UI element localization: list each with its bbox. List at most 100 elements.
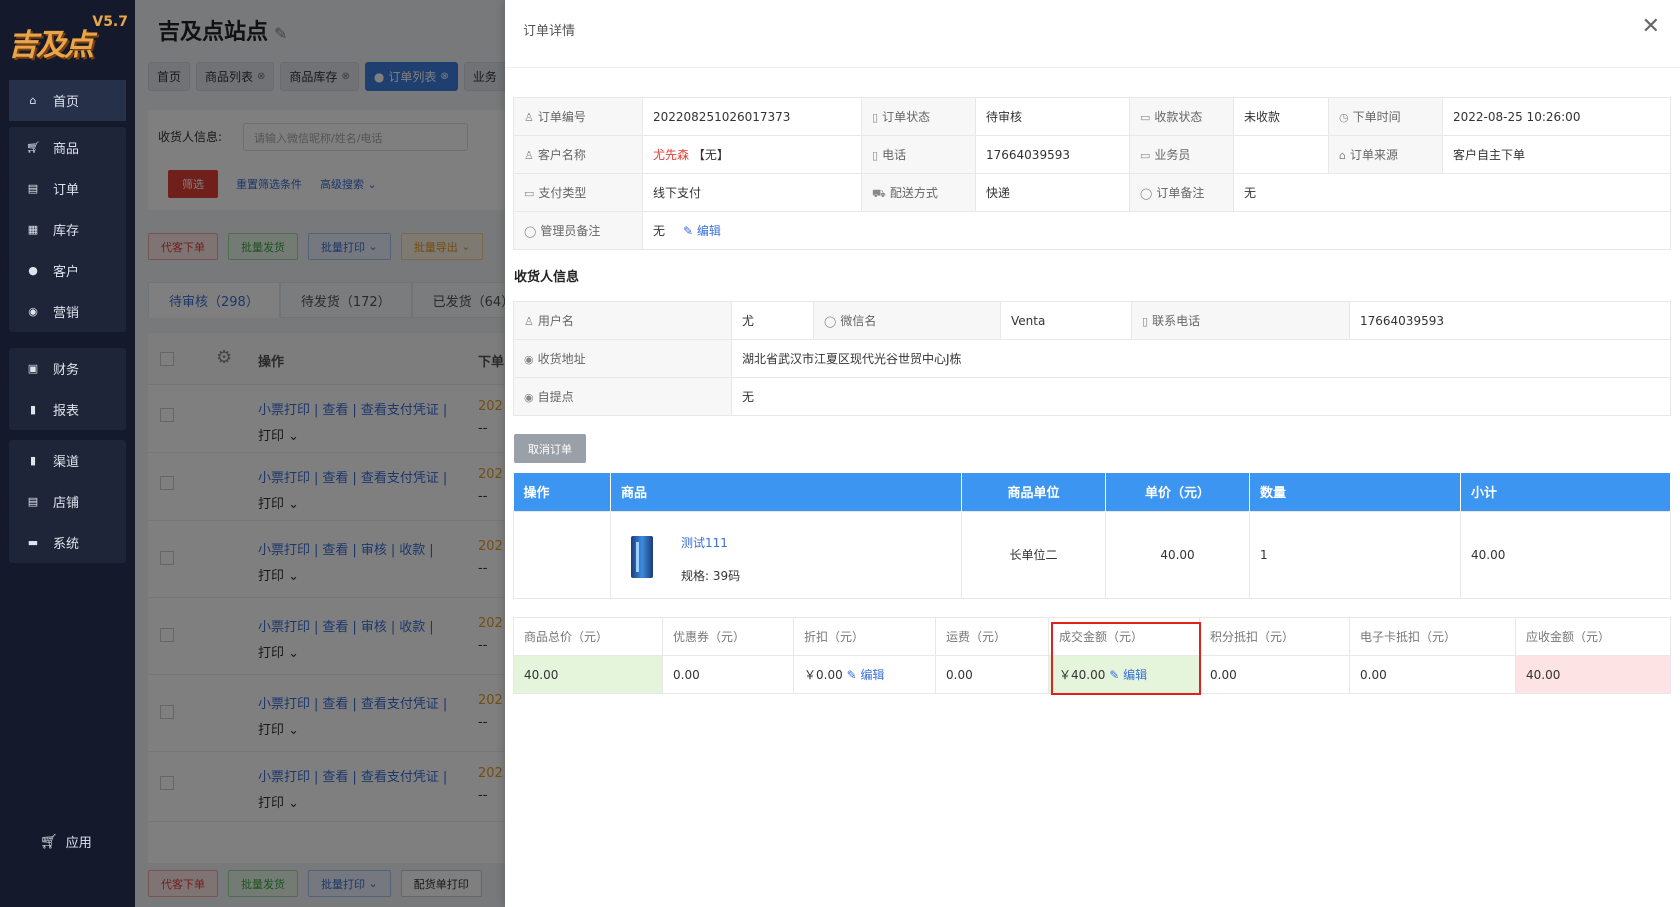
receiver-section-title: 收货人信息 <box>514 270 580 285</box>
ops-cell <box>513 510 611 599</box>
order-time-value: 2022-08-25 10:26:00 <box>1442 97 1671 136</box>
user-icon: ♙ <box>524 149 534 162</box>
nav-label: 渠道 <box>53 455 80 470</box>
comment-icon: ◯ <box>524 225 537 238</box>
wechat-label: ◯ 微信名 <box>813 301 1001 340</box>
pickup-label: ◉ 自提点 <box>513 377 732 416</box>
col-product: 商品 <box>610 473 962 511</box>
pay-type-value: 线下支付 <box>642 173 862 212</box>
col-subtotal: 小计 <box>1460 473 1671 511</box>
admin-remark-label: ◯ 管理员备注 <box>513 211 643 250</box>
home-icon: ⌂ <box>29 94 37 107</box>
sum-deal-amount: ￥40.00 ✎ 编辑 <box>1048 655 1200 694</box>
summary-table: 商品总价（元） 优惠券（元） 折扣（元） 运费（元） 成交金额（元） 积分抵扣（… <box>513 617 1671 694</box>
source-label: ⌂ 订单来源 <box>1328 135 1443 174</box>
nav-item-orders[interactable]: ▤ 订单 <box>9 168 126 209</box>
sales-value <box>1233 135 1329 174</box>
truck-icon: ⛟ <box>872 186 886 200</box>
folder-icon: ▭ <box>524 187 535 200</box>
logo-mark: 吉及点 <box>8 28 94 63</box>
sum-goods-total: 40.00 <box>513 655 663 694</box>
order-time-label: ◷ 下单时间 <box>1328 97 1443 136</box>
edit-discount-link[interactable]: ✎ 编辑 <box>847 668 885 682</box>
address-label: ◉ 收货地址 <box>513 339 732 378</box>
customer-label: ♙ 客户名称 <box>513 135 643 174</box>
nav-item-system[interactable]: ▬ 系统 <box>9 522 126 563</box>
close-icon[interactable]: ✕ <box>1642 16 1660 38</box>
sum-header-freight: 运费（元） <box>935 617 1049 656</box>
phone-label: ▯ 电话 <box>861 135 976 174</box>
nav-item-reports[interactable]: ▮ 报表 <box>9 389 126 430</box>
cancel-order-button[interactable]: 取消订单 <box>514 434 586 463</box>
edit-admin-remark-link[interactable]: ✎ 编辑 <box>683 224 721 238</box>
product-spec: 规格: 39码 <box>681 568 741 583</box>
app-root: 吉及点 V5.7 ⌂ 首页 🛒︎ 商品 ▤ 订单 ▦ 库存 ● 客户 ◉ 营销 ▣ 财务 ▮ 报… <box>0 0 1680 907</box>
location-icon: ◉ <box>524 353 534 366</box>
nav-item-home[interactable]: ⌂ 首页 <box>9 80 126 121</box>
sum-freight: 0.00 <box>935 655 1049 694</box>
edit-deal-amount-link[interactable]: ✎ 编辑 <box>1109 668 1147 682</box>
drawer-header: 订单详情 ✕ <box>505 0 1680 68</box>
sum-header-receivable: 应收金额（元） <box>1515 617 1671 656</box>
nav-item-stores[interactable]: ▤ 店铺 <box>9 481 126 522</box>
product-name-link[interactable]: 测试111 <box>681 534 728 551</box>
order-detail-drawer: 订单详情 ✕ ♙ 订单编号 202208251026017373 ▯ 订单状态 待审… <box>505 0 1680 907</box>
col-price: 单价（元） <box>1105 473 1250 511</box>
admin-remark-value: 无 ✎ 编辑 <box>642 211 1671 250</box>
delivery-label: ⛟ 配送方式 <box>861 173 976 212</box>
remark-label: ◯ 订单备注 <box>1129 173 1234 212</box>
bar-chart-icon: ▮ <box>29 403 37 416</box>
nav-group-finance: ▣ 财务 ▮ 报表 <box>9 348 126 430</box>
pay-type-label: ▭ 支付类型 <box>513 173 643 212</box>
tel-label: ▯ 联系电话 <box>1131 301 1350 340</box>
nav-item-goods[interactable]: 🛒︎ 商品 <box>9 127 126 168</box>
nav-item-marketing[interactable]: ◉ 营销 <box>9 291 126 332</box>
nav-item-finance[interactable]: ▣ 财务 <box>9 348 126 389</box>
user-icon: ● <box>28 264 38 277</box>
table-row: 测试111 规格: 39码 长单位二 40.00 1 40.00 <box>513 510 1671 599</box>
sum-receivable: 40.00 <box>1515 655 1671 694</box>
sum-header-deal-amount: 成交金额（元） <box>1048 617 1200 656</box>
modal-overlay[interactable] <box>135 0 505 907</box>
nav-label: 营销 <box>53 306 80 321</box>
bar-chart-icon: ▮ <box>29 454 37 467</box>
nav-item-channels[interactable]: ▮ 渠道 <box>9 440 126 481</box>
sum-header-ecard: 电子卡抵扣（元） <box>1349 617 1516 656</box>
col-qty: 数量 <box>1249 473 1461 511</box>
nav-group-home: ⌂ 首页 <box>9 80 126 121</box>
customer-name[interactable]: 尤先森 <box>653 148 689 162</box>
marketing-icon: ◉ <box>28 305 38 318</box>
nav-label: 库存 <box>53 224 80 239</box>
nav-label: 财务 <box>53 363 80 378</box>
pay-status-value: 未收款 <box>1233 97 1329 136</box>
cart-icon: 🛒︎ <box>26 141 40 154</box>
sum-coupon: 0.00 <box>662 655 794 694</box>
receiver-table: ♙ 用户名 尤 ◯ 微信名 Venta ▯ 联系电话 17664039593 ◉ 收货地… <box>513 301 1671 416</box>
tel-value: 17664039593 <box>1349 301 1671 340</box>
remark-value: 无 <box>1233 173 1671 212</box>
store-icon: ▤ <box>27 495 39 508</box>
unit-cell: 长单位二 <box>961 510 1106 599</box>
wallet-icon: ▣ <box>27 362 39 375</box>
subtotal-cell: 40.00 <box>1460 510 1671 599</box>
user-icon: ♙ <box>524 111 534 124</box>
col-ops: 操作 <box>513 473 611 511</box>
username-value: 尤 <box>731 301 814 340</box>
product-image <box>631 535 653 578</box>
product-cell: 测试111 规格: 39码 <box>610 510 962 599</box>
app-link[interactable]: 🛒︎ 应用 <box>40 832 92 852</box>
wechat-value: Venta <box>1000 301 1132 340</box>
pay-status-label: ▭ 收款状态 <box>1129 97 1234 136</box>
sum-header-discount: 折扣（元） <box>793 617 936 656</box>
nav-label: 订单 <box>53 183 80 198</box>
address-value: 湖北省武汉市江夏区现代光谷世贸中心J栋 <box>731 339 1671 378</box>
phone-icon: ▯ <box>872 149 879 162</box>
nav-item-stock[interactable]: ▦ 库存 <box>9 209 126 250</box>
sum-header-coupon: 优惠券（元） <box>662 617 794 656</box>
nav-label: 客户 <box>53 265 80 280</box>
pencil-icon: ✎ <box>846 668 857 682</box>
nav-item-customers[interactable]: ● 客户 <box>9 250 126 291</box>
sidebar: 吉及点 V5.7 ⌂ 首页 🛒︎ 商品 ▤ 订单 ▦ 库存 ● 客户 ◉ 营销 ▣ 财务 ▮ 报… <box>0 0 135 907</box>
customer-value: 尤先森 【无】 <box>642 135 862 174</box>
sales-label: ▭ 业务员 <box>1129 135 1234 174</box>
